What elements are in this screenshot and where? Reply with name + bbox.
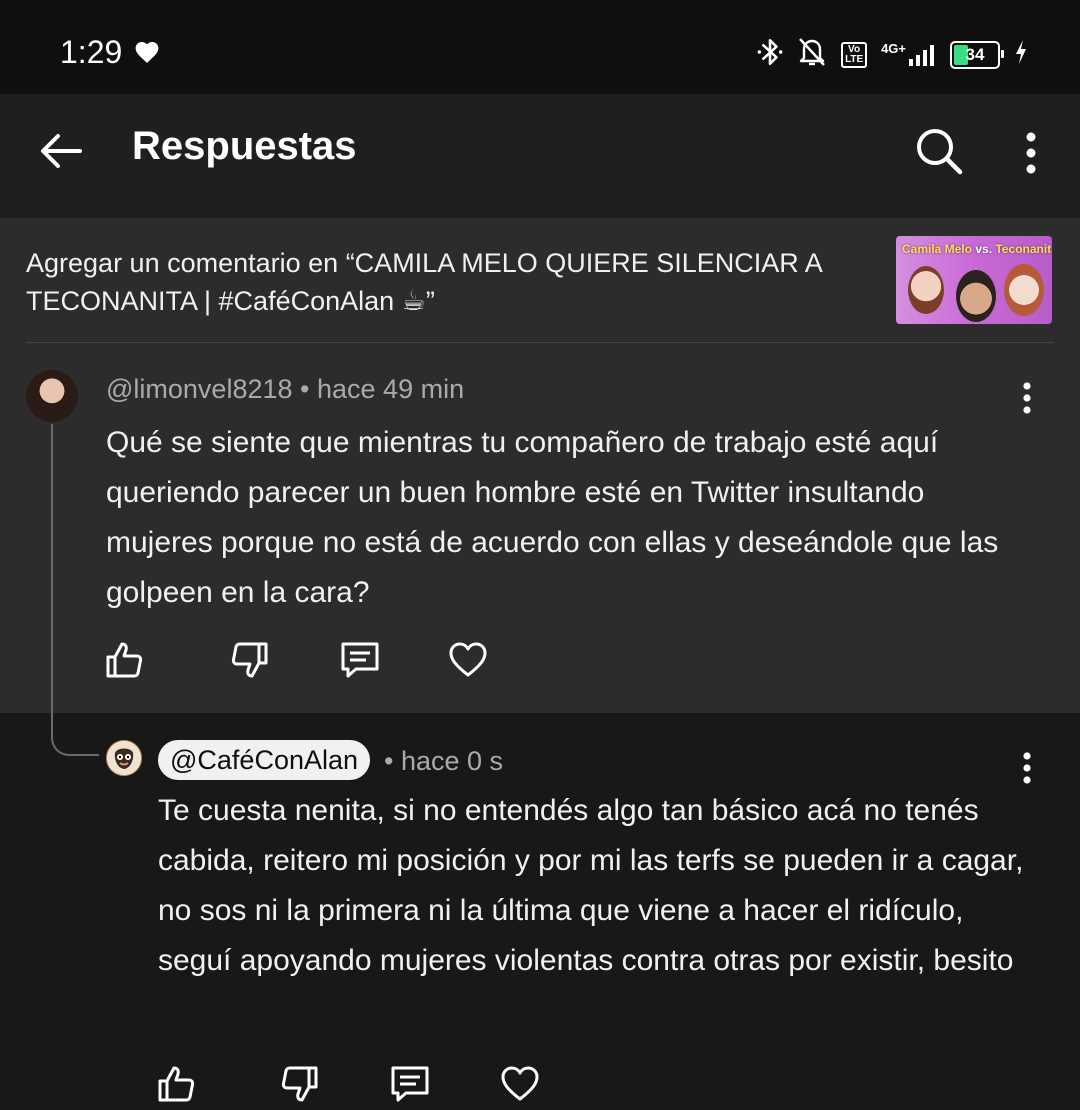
status-icons: Vo LTE 4G+ 34 [757,36,1028,73]
battery-level: 34 [965,44,985,64]
comment-more-icon[interactable] [1012,378,1042,418]
parent-comment-section: Agregar un comentario en “CAMILA MELO QU… [0,218,1080,713]
thumbnail-title: Camila Melo vs. Teconanita [902,242,1052,256]
comment-meta: @limonvel8218 • hace 49 min [106,374,464,405]
back-arrow-icon[interactable] [36,126,86,176]
dislike-icon[interactable] [280,1064,320,1104]
add-comment-prompt[interactable]: Agregar un comentario en “CAMILA MELO QU… [26,244,876,320]
status-time: 1:29 [60,34,123,70]
signal-icon: 4G+ [881,40,936,67]
comment-text: Qué se siente que mientras tu compañero … [106,426,999,609]
comment-actions [104,640,488,680]
network-type: 4G+ [881,40,906,56]
more-vert-icon[interactable] [1012,128,1050,178]
meta-separator: • [300,374,310,404]
thumbnail-title-right: Teconanita [995,242,1052,256]
reply-actions [156,1064,540,1104]
thumbnail-face [908,266,944,314]
reply-text: Te cuesta nenita, si no entendés algo ta… [158,794,1024,977]
page-title: Respuestas [132,124,357,168]
heart-status-icon [134,40,160,69]
reply-time: hace 0 s [400,746,504,776]
reply-icon[interactable] [340,640,380,680]
heart-icon[interactable] [500,1064,540,1104]
battery-icon: 34 [950,40,1004,69]
reply-author-chip[interactable]: @CaféConAlan [158,740,371,780]
search-icon[interactable] [912,124,966,178]
avatar[interactable] [26,370,78,422]
like-icon[interactable] [104,640,144,680]
thumbnail-face [956,270,996,322]
thumbnail-title-vs: vs. [975,242,993,256]
comment-time: hace 49 min [317,374,465,404]
meta-separator: • [384,746,394,776]
avatar[interactable] [106,740,142,776]
video-thumbnail[interactable]: Camila Melo vs. Teconanita [896,236,1052,324]
mute-bell-icon [797,36,827,73]
bluetooth-icon [757,36,783,73]
volte-icon: Vo LTE [841,41,868,68]
divider [26,342,1054,343]
thread-line-curve [51,712,99,756]
thread-line [51,424,53,714]
like-icon[interactable] [156,1064,196,1104]
heart-icon[interactable] [448,640,488,680]
reply-meta: • hace 0 s [384,746,503,777]
thumbnail-title-left: Camila Melo [902,242,973,256]
thumbnail-face [1004,264,1044,316]
status-bar: 1:29 Vo LTE 4G+ 34 [0,0,1080,94]
charging-icon [1014,39,1028,70]
app-bar: Respuestas [0,94,1080,218]
reply-icon[interactable] [390,1064,430,1104]
comment-author[interactable]: @limonvel8218 [106,374,293,404]
dislike-icon[interactable] [230,640,270,680]
reply-more-icon[interactable] [1012,748,1042,788]
